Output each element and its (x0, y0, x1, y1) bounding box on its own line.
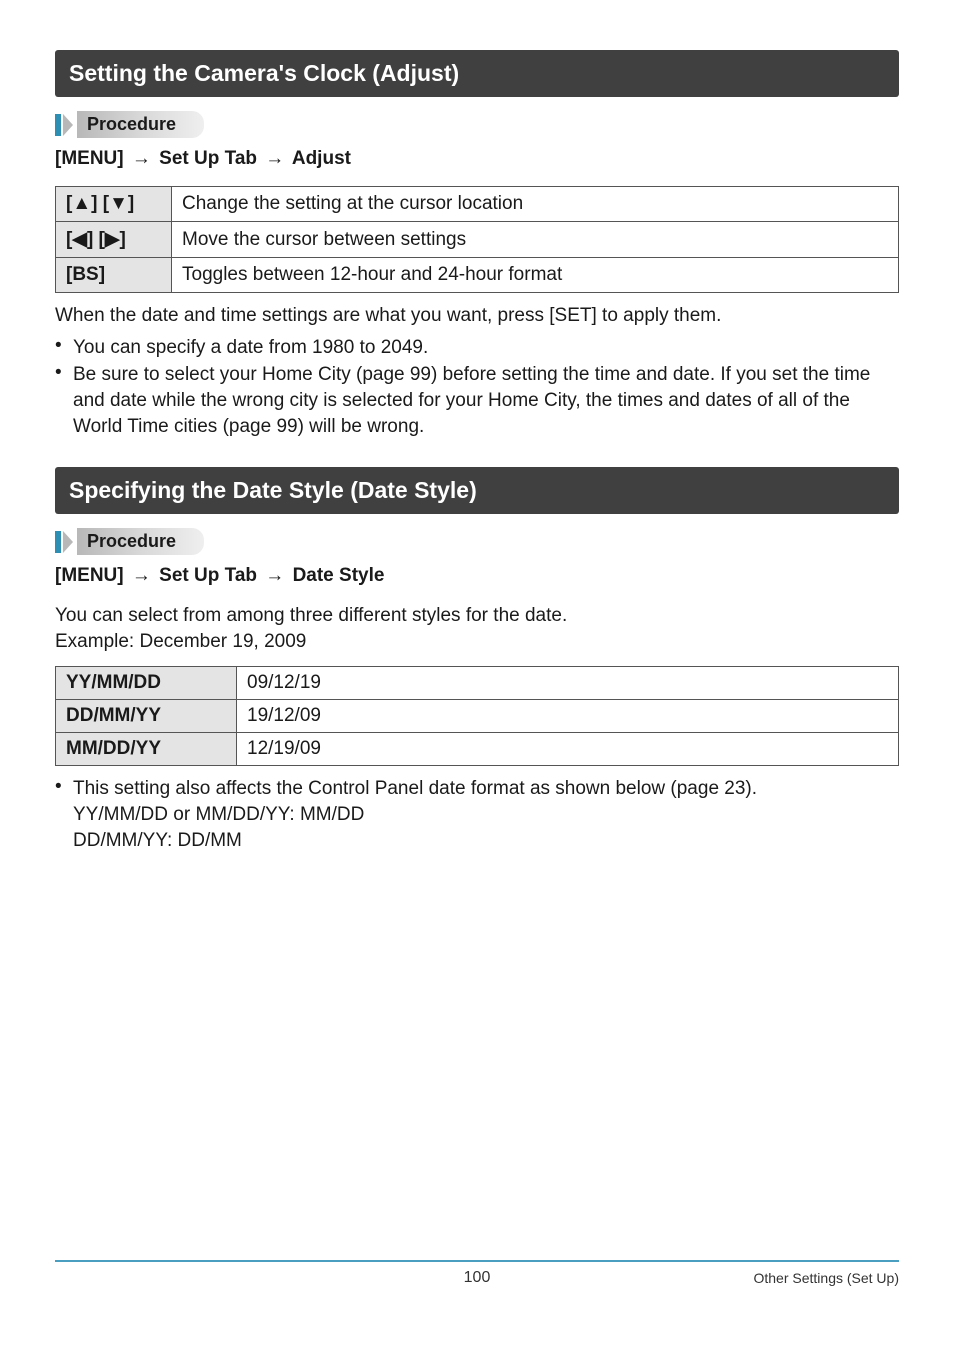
arrow-icon: → (262, 565, 287, 586)
menu-path-part: Adjust (292, 148, 351, 169)
bullet-list-adjust: • You can specify a date from 1980 to 20… (55, 335, 899, 440)
desc-cell: Move the cursor between settings (172, 222, 899, 258)
procedure-caret-icon (63, 531, 73, 553)
page-number: 100 (464, 1269, 491, 1287)
arrow-icon: → (262, 148, 287, 169)
bullet-text: You can specify a date from 1980 to 2049… (73, 335, 899, 361)
menu-path-part: Date Style (293, 565, 385, 586)
list-item: • Be sure to select your Home City (page… (55, 362, 899, 439)
key-cell: [▲] [▼] (56, 187, 172, 222)
bullet-list-datestyle: • This setting also affects the Control … (55, 776, 899, 853)
procedure-label-row: Procedure (55, 528, 899, 555)
bullet-text: Be sure to select your Home City (page 9… (73, 362, 899, 439)
menu-path-part: Set Up Tab (159, 565, 257, 586)
table-row: [◀] [▶] Move the cursor between settings (56, 222, 899, 258)
after-table-text: When the date and time settings are what… (55, 303, 899, 329)
table-row: YY/MM/DD 09/12/19 (56, 667, 899, 700)
menu-path-adjust: [MENU] → Set Up Tab → Adjust (55, 148, 899, 170)
table-row: DD/MM/YY 19/12/09 (56, 700, 899, 733)
format-cell: MM/DD/YY (56, 733, 237, 766)
menu-path-part: [MENU] (55, 148, 124, 169)
bullet-icon: • (55, 776, 73, 798)
list-item: • You can specify a date from 1980 to 20… (55, 335, 899, 361)
footer-section-name: Other Settings (Set Up) (753, 1270, 899, 1286)
desc-cell: Toggles between 12-hour and 24-hour form… (172, 258, 899, 293)
procedure-label: Procedure (77, 528, 204, 555)
menu-path-part: [MENU] (55, 565, 124, 586)
menu-path-part: Set Up Tab (159, 148, 257, 169)
value-cell: 19/12/09 (237, 700, 899, 733)
value-cell: 09/12/19 (237, 667, 899, 700)
desc-cell: Change the setting at the cursor locatio… (172, 187, 899, 222)
procedure-marker (55, 531, 61, 553)
list-item: • This setting also affects the Control … (55, 776, 899, 853)
table-row: [BS] Toggles between 12-hour and 24-hour… (56, 258, 899, 293)
key-cell: [BS] (56, 258, 172, 293)
key-cell: [◀] [▶] (56, 222, 172, 258)
bullet-text: This setting also affects the Control Pa… (73, 776, 899, 853)
page-footer: 100 Other Settings (Set Up) (55, 1260, 899, 1306)
procedure-caret-icon (63, 114, 73, 136)
procedure-label: Procedure (77, 111, 204, 138)
section-heading-datestyle: Specifying the Date Style (Date Style) (55, 467, 899, 514)
key-actions-table: [▲] [▼] Change the setting at the cursor… (55, 186, 899, 293)
value-cell: 12/19/09 (237, 733, 899, 766)
table-row: MM/DD/YY 12/19/09 (56, 733, 899, 766)
bullet-icon: • (55, 362, 73, 384)
menu-path-datestyle: [MENU] → Set Up Tab → Date Style (55, 565, 899, 587)
bullet-icon: • (55, 335, 73, 357)
arrow-icon: → (129, 565, 154, 586)
procedure-marker (55, 114, 61, 136)
procedure-label-row: Procedure (55, 111, 899, 138)
format-cell: YY/MM/DD (56, 667, 237, 700)
date-format-table: YY/MM/DD 09/12/19 DD/MM/YY 19/12/09 MM/D… (55, 666, 899, 766)
format-cell: DD/MM/YY (56, 700, 237, 733)
table-row: [▲] [▼] Change the setting at the cursor… (56, 187, 899, 222)
arrow-icon: → (129, 148, 154, 169)
intro-text-1: You can select from among three differen… (55, 603, 899, 629)
section-heading-adjust: Setting the Camera's Clock (Adjust) (55, 50, 899, 97)
intro-text-2: Example: December 19, 2009 (55, 629, 899, 655)
